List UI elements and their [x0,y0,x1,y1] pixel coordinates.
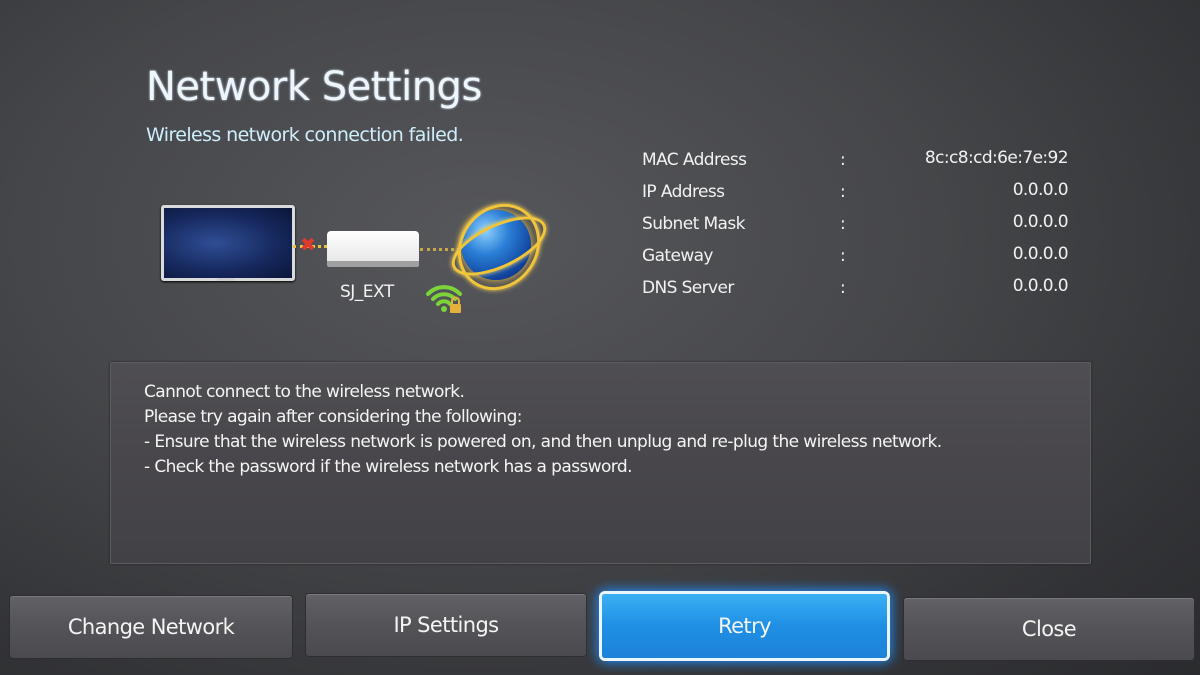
retry-button[interactable]: Retry [602,594,887,658]
ip-settings-button[interactable]: IP Settings [306,594,586,656]
message-line: Cannot connect to the wireless network. [144,382,465,402]
page-title: Network Settings [146,64,482,110]
error-message-box: Cannot connect to the wireless network. … [110,362,1091,564]
info-value: 0.0.0.0 [1012,244,1069,264]
message-line: Please try again after considering the f… [144,407,523,427]
tv-icon [161,205,295,281]
network-name: SJ_EXT [340,282,394,302]
info-row-subnet: Subnet Mask : 0.0.0.0 [642,212,1069,246]
info-row-ip: IP Address : 0.0.0.0 [642,180,1069,214]
info-value: 0.0.0.0 [1012,212,1069,232]
message-line: - Ensure that the wireless network is po… [144,432,942,452]
info-separator: : [840,150,846,170]
wifi-locked-icon [426,285,462,313]
connection-status-text: Wireless network connection failed. [146,124,464,146]
info-value: 8c:c8:cd:6e:7e:92 [924,148,1069,168]
network-info-table: MAC Address : 8c:c8:cd:6e:7e:92 IP Addre… [642,148,1069,310]
info-separator: : [840,214,846,234]
info-value: 0.0.0.0 [1012,180,1069,200]
info-label: IP Address [642,182,725,202]
info-separator: : [840,182,846,202]
info-label: Gateway [642,246,714,266]
disconnected-x-icon: ✖ [300,234,316,256]
tv-stand [217,278,235,281]
info-row-dns: DNS Server : 0.0.0.0 [642,276,1069,310]
router-internet-link [420,248,460,251]
close-button[interactable]: Close [904,598,1194,660]
info-label: Subnet Mask [642,214,745,234]
info-separator: : [840,278,846,298]
error-message: Cannot connect to the wireless network. … [144,380,942,480]
info-row-mac: MAC Address : 8c:c8:cd:6e:7e:92 [642,148,1069,182]
info-separator: : [840,246,846,266]
info-label: MAC Address [642,150,747,170]
change-network-button[interactable]: Change Network [10,596,292,658]
router-icon [327,231,419,267]
info-label: DNS Server [642,278,734,298]
info-value: 0.0.0.0 [1012,276,1069,296]
message-line: - Check the password if the wireless net… [144,457,633,477]
info-row-gateway: Gateway : 0.0.0.0 [642,244,1069,278]
